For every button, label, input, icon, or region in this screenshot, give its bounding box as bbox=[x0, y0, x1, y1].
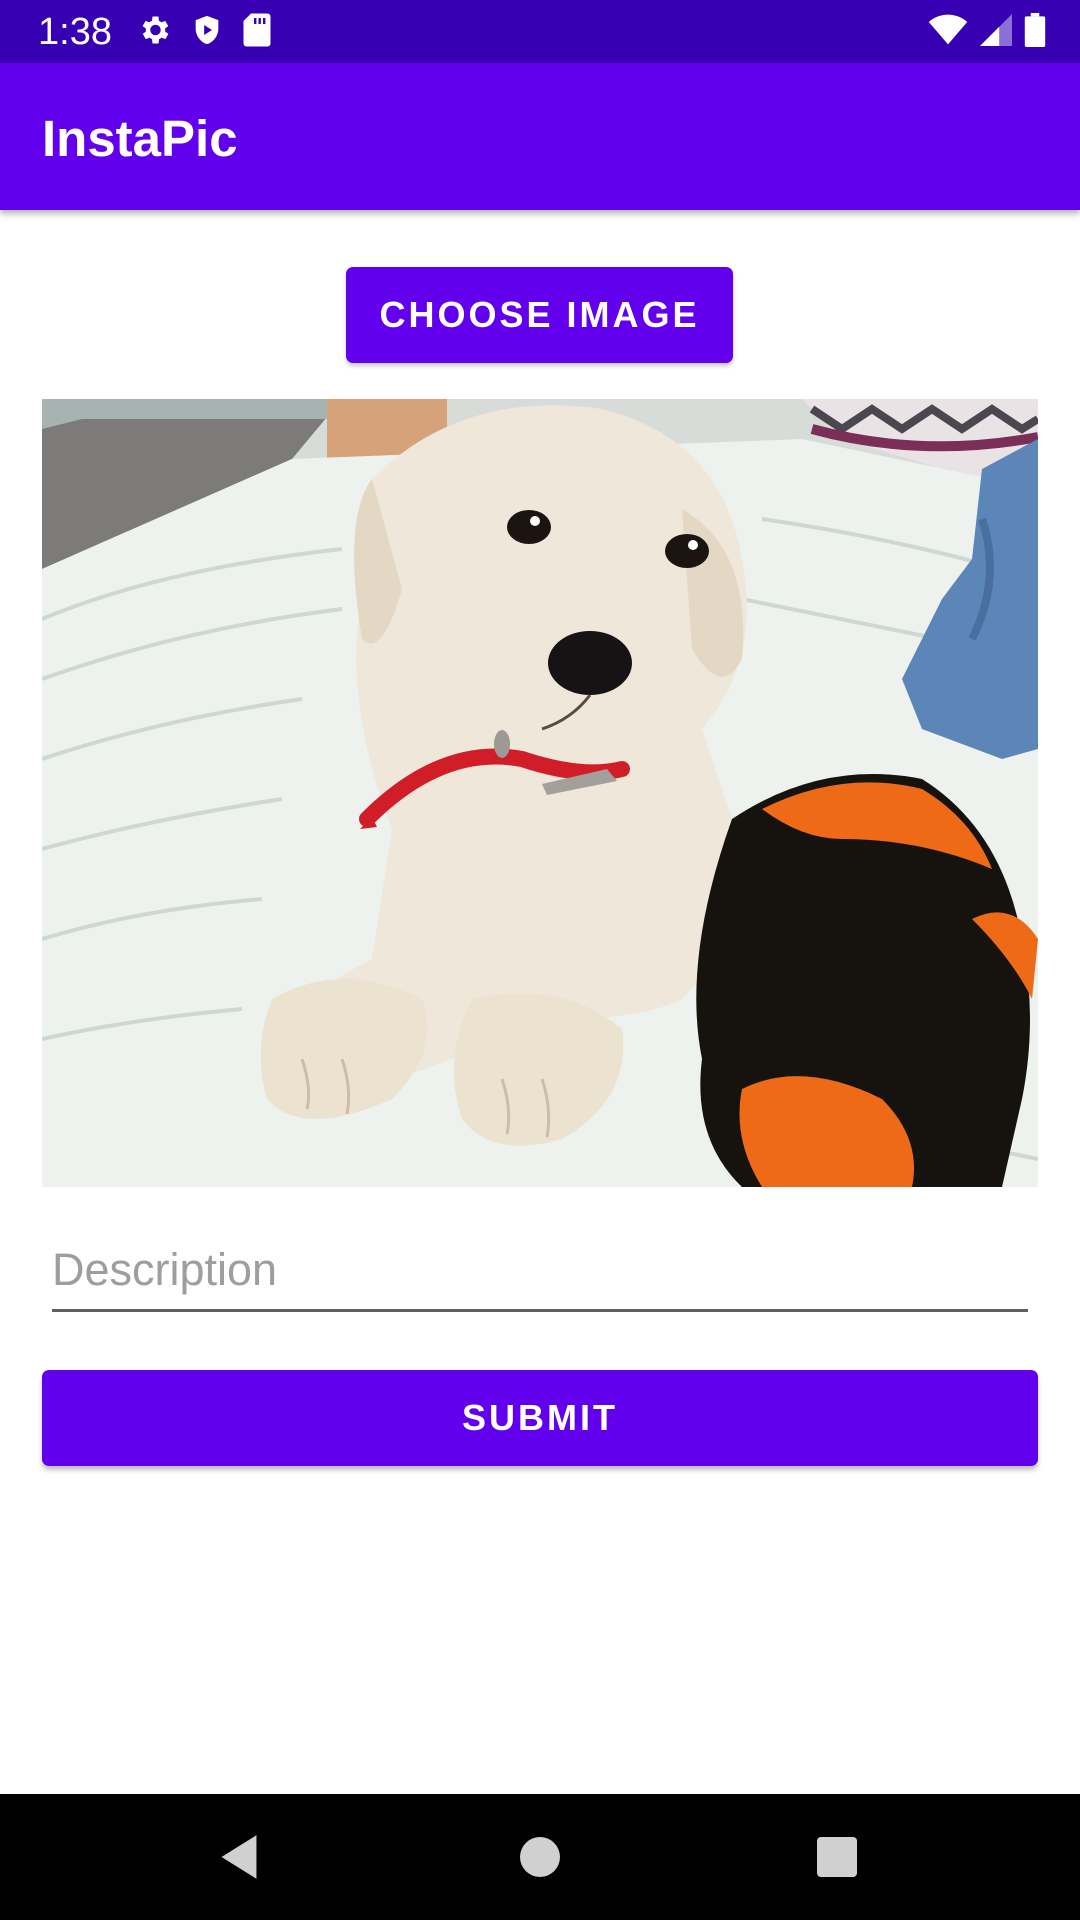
puppy-photo bbox=[42, 399, 1038, 1187]
system-nav-bar bbox=[0, 1794, 1080, 1920]
home-icon[interactable] bbox=[507, 1824, 573, 1890]
settings-icon bbox=[136, 12, 172, 53]
app-title: InstaPic bbox=[42, 110, 238, 167]
status-left-icons bbox=[136, 12, 272, 52]
battery-icon bbox=[1024, 12, 1046, 52]
status-bar: 1:38 bbox=[0, 0, 1080, 63]
description-input[interactable] bbox=[52, 1232, 1028, 1308]
submit-button[interactable]: SUBMIT bbox=[42, 1370, 1038, 1466]
recents-icon[interactable] bbox=[804, 1824, 870, 1890]
back-icon[interactable] bbox=[206, 1824, 272, 1890]
app-bar: InstaPic bbox=[0, 63, 1080, 210]
wifi-icon bbox=[928, 14, 968, 51]
status-time: 1:38 bbox=[38, 11, 112, 53]
shield-icon bbox=[190, 12, 224, 53]
cell-signal-icon bbox=[980, 13, 1012, 51]
sd-card-icon bbox=[242, 12, 272, 53]
description-field bbox=[52, 1232, 1028, 1312]
status-right-icons bbox=[928, 12, 1046, 52]
choose-image-button[interactable]: CHOOSE IMAGE bbox=[346, 267, 733, 363]
selected-image-preview bbox=[42, 399, 1038, 1187]
